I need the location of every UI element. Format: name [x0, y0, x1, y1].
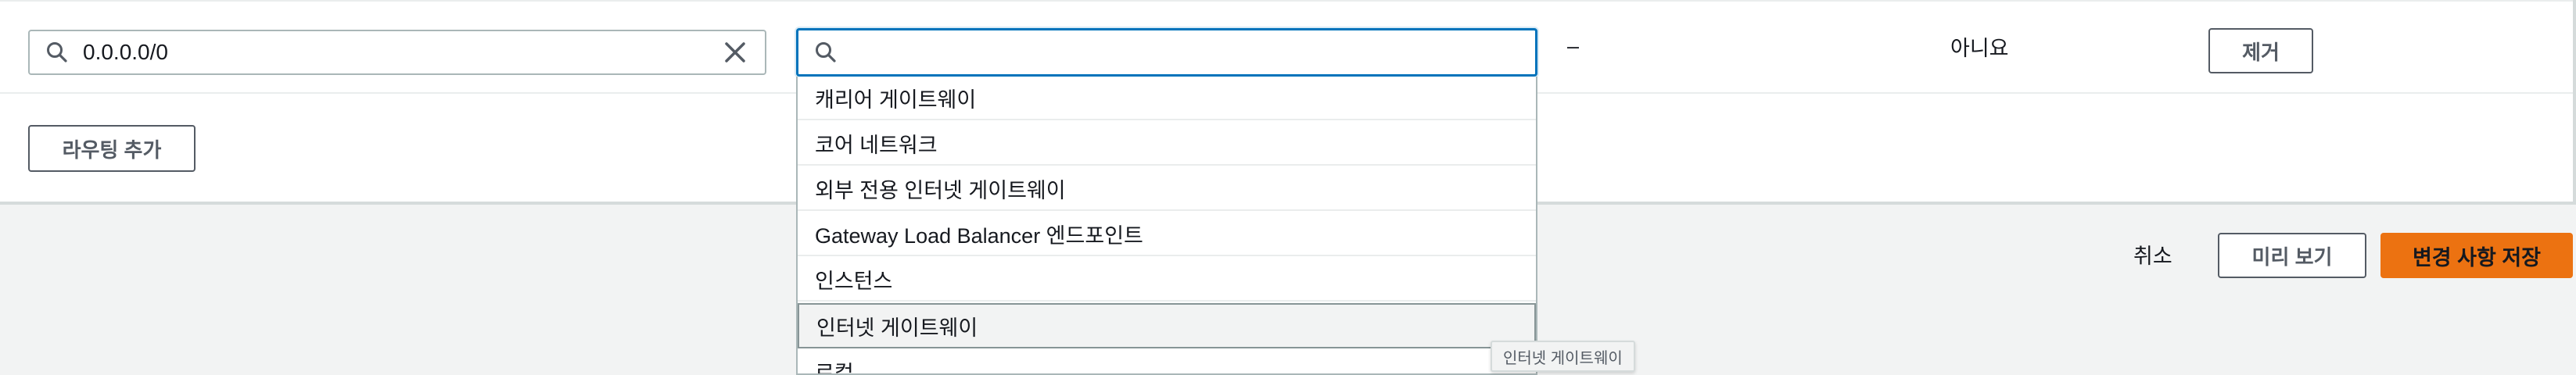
- dropdown-option-core-network[interactable]: 코어 네트워크: [798, 122, 1536, 166]
- preview-button[interactable]: 미리 보기: [2218, 233, 2366, 278]
- save-changes-button[interactable]: 변경 사항 저장: [2380, 233, 2573, 278]
- dropdown-option-instance[interactable]: 인스턴스: [798, 258, 1536, 302]
- destination-input-value: 0.0.0.0/0: [83, 40, 168, 64]
- cancel-button[interactable]: 취소: [2133, 239, 2172, 270]
- destination-input[interactable]: 0.0.0.0/0: [28, 30, 766, 75]
- search-icon: [814, 41, 838, 64]
- dropdown-option-carrier-gateway[interactable]: 캐리어 게이트웨이: [798, 77, 1536, 120]
- top-divider: [0, 0, 2576, 2]
- close-icon[interactable]: [723, 40, 748, 65]
- target-dropdown-list: 캐리어 게이트웨이 코어 네트워크 외부 전용 인터넷 게이트웨이 Gatewa…: [796, 77, 1537, 375]
- dropdown-option-internet-gateway[interactable]: 인터넷 게이트웨이: [798, 303, 1536, 348]
- dropdown-option-local[interactable]: 로컬: [798, 350, 1536, 374]
- route-propagated: 아니요: [1950, 37, 2009, 60]
- search-icon: [45, 41, 69, 64]
- add-route-button[interactable]: 라우팅 추가: [28, 125, 196, 172]
- dropdown-option-gwlb-endpoint[interactable]: Gateway Load Balancer 엔드포인트: [798, 212, 1536, 256]
- panel-right-border: [2573, 0, 2576, 205]
- target-search-input[interactable]: [796, 28, 1537, 77]
- option-tooltip: 인터넷 게이트웨이: [1491, 341, 1635, 372]
- route-status: –: [1567, 34, 1580, 58]
- dropdown-option-egress-only-igw[interactable]: 외부 전용 인터넷 게이트웨이: [798, 167, 1536, 211]
- remove-route-button[interactable]: 제거: [2208, 28, 2313, 73]
